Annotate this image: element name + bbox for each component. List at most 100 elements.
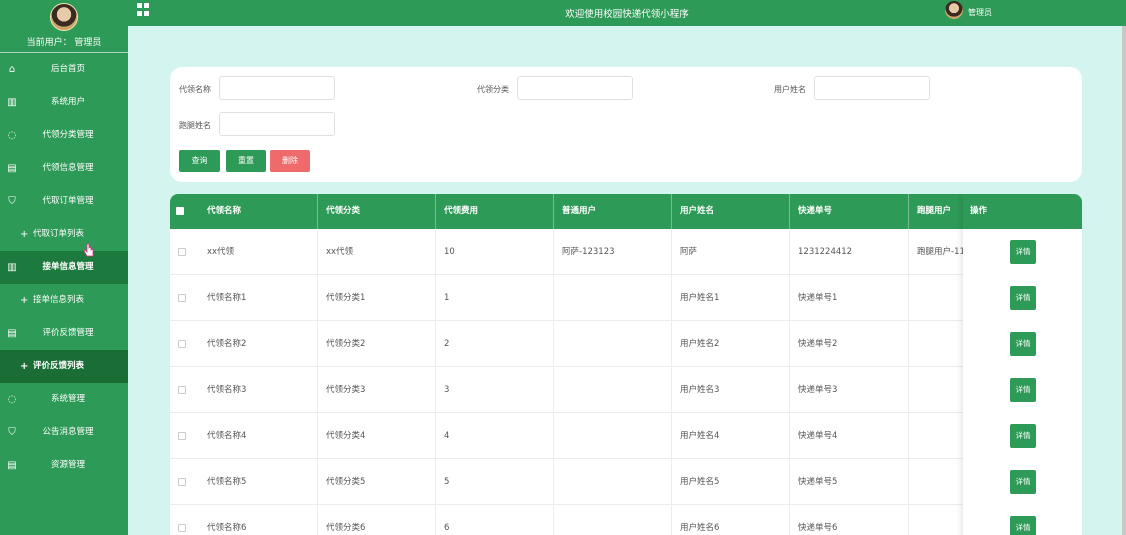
table-cell: 用户姓名6	[672, 505, 790, 535]
sidebar-item-12[interactable]: ▤ 资源管理	[0, 449, 128, 482]
sidebar-item-11[interactable]: ⛉ 公告消息管理	[0, 416, 128, 449]
sidebar-item-label: 资源管理	[50, 460, 85, 470]
table-cell: 代领名称5	[199, 459, 318, 505]
search-input-runner[interactable]	[219, 112, 335, 136]
table-cell: 1231224412	[790, 229, 909, 275]
sidebar: 当前用户： 管理员 ⌂ 后台首页 ▥ 系统用户 ◌ 代领分类管理 ▤ 代领信息管理 ⛉ 代取订单管…	[0, 0, 128, 535]
row-checkbox[interactable]	[178, 432, 186, 440]
delete-button[interactable]: 删除	[270, 150, 310, 172]
table-cell	[909, 413, 969, 459]
table-cell	[909, 367, 969, 413]
sidebar-item-8[interactable]: ▤ 评价反馈管理	[0, 317, 128, 350]
sidebar-item-label: 系统用户	[50, 97, 85, 107]
document-icon: ▤	[7, 163, 17, 174]
table-row[interactable]: 代领名称2 代领分类2 2 用户姓名2 快递单号2	[170, 321, 1082, 367]
table-cell: 代领名称4	[199, 413, 318, 459]
sidebar-item-7[interactable]: + 接单信息列表	[0, 284, 128, 317]
sidebar-item-label: 系统管理	[50, 394, 85, 404]
search-input-category[interactable]	[517, 76, 633, 100]
detail-button[interactable]: 详情	[1010, 286, 1036, 310]
table-cell: 跑腿用户-112	[909, 229, 969, 275]
row-checkbox[interactable]	[178, 340, 186, 348]
sidebar-item-6[interactable]: ▥ 接单信息管理	[0, 251, 128, 284]
table-cell: 6	[436, 505, 554, 535]
table-cell: 阿萨-123123	[554, 229, 672, 275]
search-input-name[interactable]	[219, 76, 335, 100]
column-header[interactable]: 代领分类	[318, 194, 436, 229]
search-panel: 代领名称 代领分类 用户姓名 跑腿姓名 查询 重置 删除	[170, 67, 1082, 182]
table-cell: 用户姓名4	[672, 413, 790, 459]
data-table: 代领名称 代领分类 代领费用 普通用户 用户姓名 快递单号 跑腿用户 xx代领 xx代领 10 阿…	[170, 194, 1082, 535]
search-input-username[interactable]	[814, 76, 930, 100]
table-cell	[554, 321, 672, 367]
table-cell	[909, 505, 969, 535]
table-row[interactable]: 代领名称1 代领分类1 1 用户姓名1 快递单号1	[170, 275, 1082, 321]
row-checkbox[interactable]	[178, 478, 186, 486]
search-label-name: 代领名称	[179, 85, 211, 94]
sidebar-item-label: 代领信息管理	[42, 163, 94, 173]
table-cell: 3	[436, 367, 554, 413]
row-checkbox[interactable]	[178, 386, 186, 394]
detail-button[interactable]: 详情	[1010, 516, 1036, 535]
sidebar-item-label: 代领分类管理	[42, 130, 94, 140]
row-checkbox[interactable]	[178, 248, 186, 256]
query-button[interactable]: 查询	[179, 150, 220, 172]
table-cell: 1	[436, 275, 554, 321]
sidebar-item-3[interactable]: ▤ 代领信息管理	[0, 152, 128, 185]
column-header[interactable]: 代领费用	[436, 194, 554, 229]
document-icon: ▤	[7, 460, 17, 471]
reset-button[interactable]: 重置	[226, 150, 266, 172]
plus-icon: +	[20, 361, 29, 372]
sidebar-item-5[interactable]: + 代取订单列表	[0, 218, 128, 251]
detail-button[interactable]: 详情	[1010, 470, 1036, 494]
table-row[interactable]: 代领名称6 代领分类6 6 用户姓名6 快递单号6	[170, 505, 1082, 535]
page-scrollbar[interactable]	[1122, 26, 1126, 535]
column-header[interactable]: 快递单号	[790, 194, 909, 229]
sidebar-item-label: 代取订单管理	[42, 196, 94, 206]
column-header[interactable]: 用户姓名	[672, 194, 790, 229]
table-row[interactable]: 代领名称3 代领分类3 3 用户姓名3 快递单号3	[170, 367, 1082, 413]
column-header[interactable]: 跑腿用户	[909, 194, 969, 229]
table-cell: 用户姓名1	[672, 275, 790, 321]
table-cell: 快递单号6	[790, 505, 909, 535]
detail-button[interactable]: 详情	[1010, 424, 1036, 448]
table-cell	[909, 459, 969, 505]
table-cell: 用户姓名2	[672, 321, 790, 367]
select-all-checkbox[interactable]	[176, 207, 184, 215]
table-cell	[554, 505, 672, 535]
plus-icon: +	[20, 229, 29, 240]
column-header[interactable]: 代领名称	[199, 194, 318, 229]
table-cell: 快递单号5	[790, 459, 909, 505]
table-row[interactable]: 代领名称5 代领分类5 5 用户姓名5 快递单号5	[170, 459, 1082, 505]
avatar[interactable]	[50, 3, 78, 31]
sidebar-item-0[interactable]: ⌂ 后台首页	[0, 53, 128, 86]
search-label-username: 用户姓名	[774, 85, 806, 94]
sidebar-item-10[interactable]: ◌ 系统管理	[0, 383, 128, 416]
detail-button[interactable]: 详情	[1010, 240, 1036, 264]
table-header: 代领名称 代领分类 代领费用 普通用户 用户姓名 快递单号 跑腿用户	[170, 194, 1082, 229]
table-cell	[554, 413, 672, 459]
chat-icon: ◌	[7, 394, 17, 405]
table-row[interactable]: 代领名称4 代领分类4 4 用户姓名4 快递单号4	[170, 413, 1082, 459]
header-user-name[interactable]: 管理员	[968, 7, 992, 18]
sidebar-item-4[interactable]: ⛉ 代取订单管理	[0, 185, 128, 218]
column-header[interactable]: 普通用户	[554, 194, 672, 229]
row-checkbox[interactable]	[178, 294, 186, 302]
row-checkbox[interactable]	[178, 524, 186, 532]
table-cell: 快递单号2	[790, 321, 909, 367]
operation-column: 操作 详情 详情 详情 详情 详情 详情 详情	[963, 194, 1082, 535]
sidebar-item-1[interactable]: ▥ 系统用户	[0, 86, 128, 119]
header-avatar[interactable]	[945, 1, 963, 19]
table-cell: 阿萨	[672, 229, 790, 275]
detail-button[interactable]: 详情	[1010, 378, 1036, 402]
table-row[interactable]: xx代领 xx代领 10 阿萨-123123 阿萨 1231224412 跑腿用户-112	[170, 229, 1082, 275]
home-icon: ⌂	[8, 64, 16, 75]
detail-button[interactable]: 详情	[1010, 332, 1036, 356]
table-cell	[554, 459, 672, 505]
table-cell: 快递单号1	[790, 275, 909, 321]
sidebar-item-9[interactable]: + 评价反馈列表	[0, 350, 128, 383]
sidebar-item-2[interactable]: ◌ 代领分类管理	[0, 119, 128, 152]
chat-icon: ◌	[7, 130, 17, 141]
table-cell: 4	[436, 413, 554, 459]
plus-icon: +	[20, 295, 29, 306]
